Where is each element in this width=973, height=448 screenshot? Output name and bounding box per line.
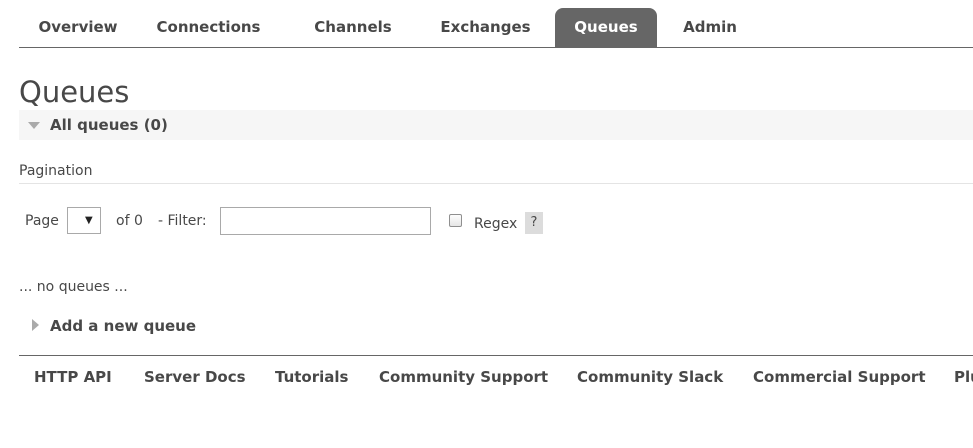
tab-exchanges[interactable]: Exchanges xyxy=(424,8,547,47)
filter-input[interactable] xyxy=(220,207,431,235)
footer-link-community-support[interactable]: Community Support xyxy=(379,368,548,386)
chevron-down-icon: ▼ xyxy=(85,215,93,226)
regex-label: Regex xyxy=(474,216,518,232)
footer-link-commercial-support[interactable]: Commercial Support xyxy=(753,368,926,386)
footer-link-http-api[interactable]: HTTP API xyxy=(34,368,112,386)
rabbitmq-queues-page: Overview Connections Channels Exchanges … xyxy=(0,0,973,448)
empty-queues-message: ... no queues ... xyxy=(19,279,128,295)
footer-link-server-docs[interactable]: Server Docs xyxy=(144,368,246,386)
add-queue-label: Add a new queue xyxy=(50,317,197,335)
triangle-right-icon xyxy=(32,319,39,331)
all-queues-label: All queues (0) xyxy=(50,116,168,134)
footer-link-community-slack[interactable]: Community Slack xyxy=(577,368,723,386)
tab-queues[interactable]: Queues xyxy=(555,8,657,47)
page-label: Page xyxy=(25,213,59,229)
main-nav-tabs: Overview Connections Channels Exchanges … xyxy=(19,8,973,48)
footer-divider xyxy=(19,355,973,356)
all-queues-toggle[interactable]: All queues (0) xyxy=(19,110,973,140)
footer-link-plugins[interactable]: Plugins xyxy=(954,368,973,386)
triangle-down-icon xyxy=(28,122,40,129)
filter-label: - Filter: xyxy=(158,213,207,229)
tab-connections[interactable]: Connections xyxy=(146,8,271,47)
tab-channels[interactable]: Channels xyxy=(295,8,411,47)
tab-overview[interactable]: Overview xyxy=(19,8,137,47)
regex-help-button[interactable]: ? xyxy=(525,212,543,234)
pagination-divider xyxy=(19,183,973,184)
page-title: Queues xyxy=(19,75,130,109)
regex-checkbox[interactable] xyxy=(449,214,462,227)
page-count-label: of 0 xyxy=(116,213,143,229)
footer-link-tutorials[interactable]: Tutorials xyxy=(275,368,348,386)
page-select[interactable]: ▼ xyxy=(67,207,101,234)
tab-admin[interactable]: Admin xyxy=(669,8,751,47)
pagination-heading: Pagination xyxy=(19,163,93,179)
add-queue-toggle[interactable]: Add a new queue xyxy=(19,312,279,338)
